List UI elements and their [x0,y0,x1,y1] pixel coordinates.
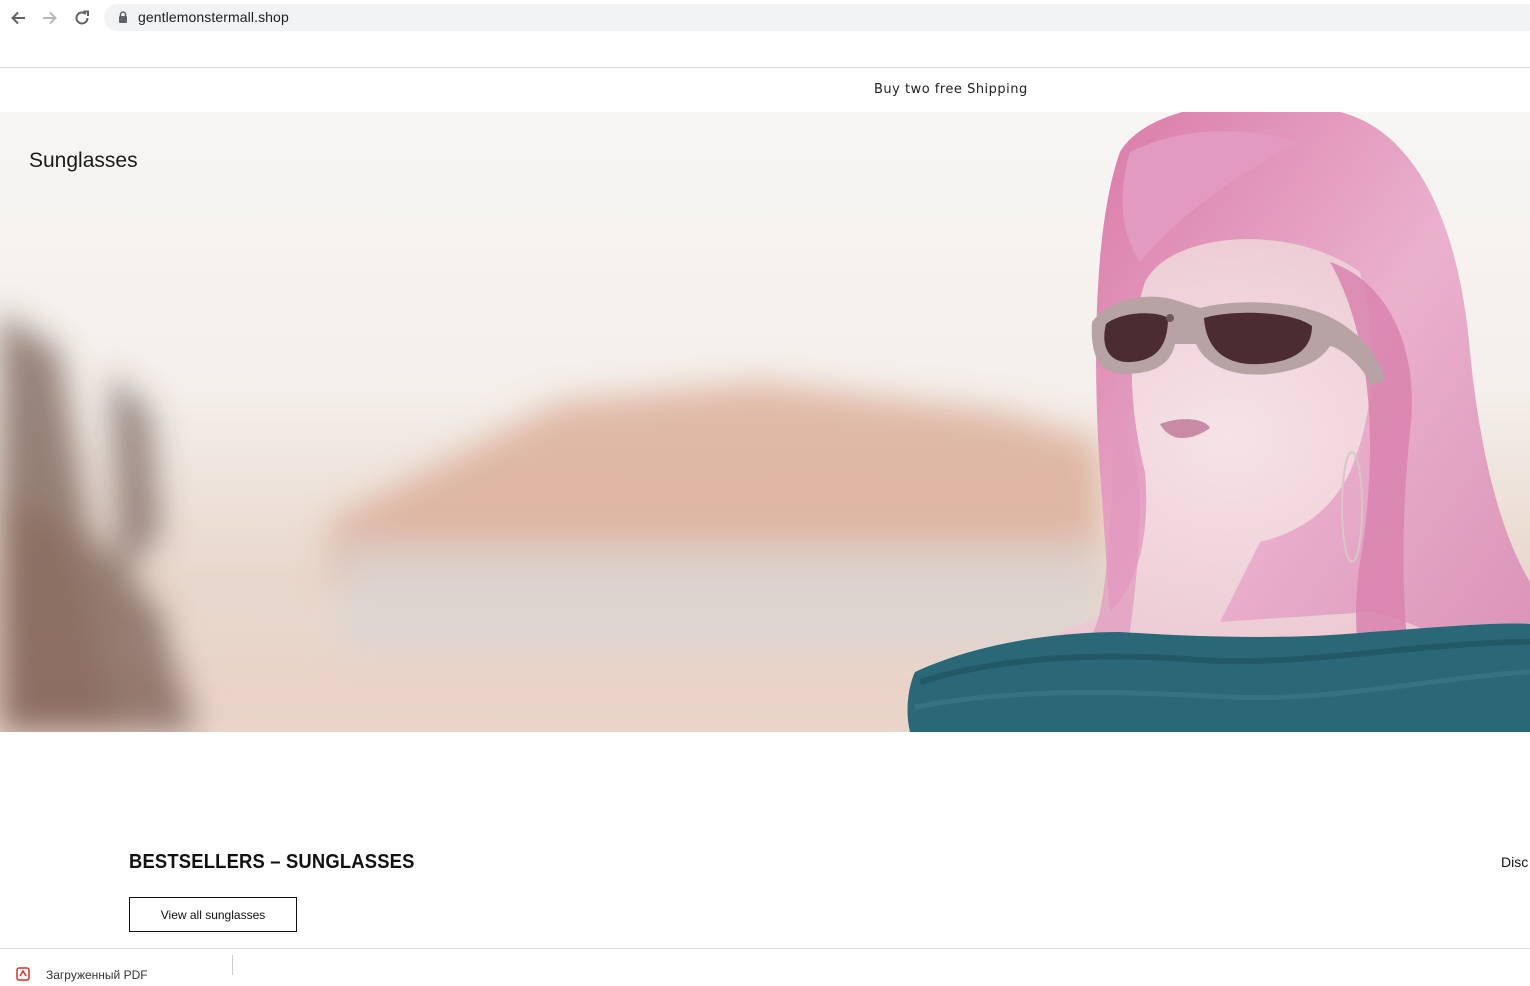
download-bar-separator [232,955,233,975]
hero-banner: Sunglasses [0,112,1530,732]
bestsellers-title: BESTSELLERS – SUNGLASSES [129,851,415,873]
site-header [0,36,1530,67]
pdf-file-icon [16,967,30,981]
download-file-label[interactable]: Загруженный PDF [46,968,148,982]
hero-title: Sunglasses [29,149,138,172]
announcement-text: Buy two free Shipping [874,82,1028,97]
url-text: gentlemonstermall.shop [138,9,289,25]
lock-icon [116,10,130,24]
browser-toolbar: gentlemonstermall.shop [0,0,1530,36]
reload-icon[interactable] [70,6,94,30]
download-bar: Загруженный PDF [0,949,1530,982]
address-bar[interactable]: gentlemonstermall.shop [104,4,1530,31]
back-arrow-icon[interactable] [6,6,30,30]
announcement-bar: Buy two free Shipping [0,68,1530,112]
discover-link[interactable]: Disc [1501,854,1528,870]
view-all-sunglasses-button[interactable]: View all sunglasses [129,897,297,932]
forward-arrow-icon[interactable] [38,6,62,30]
hero-image [0,112,1530,732]
